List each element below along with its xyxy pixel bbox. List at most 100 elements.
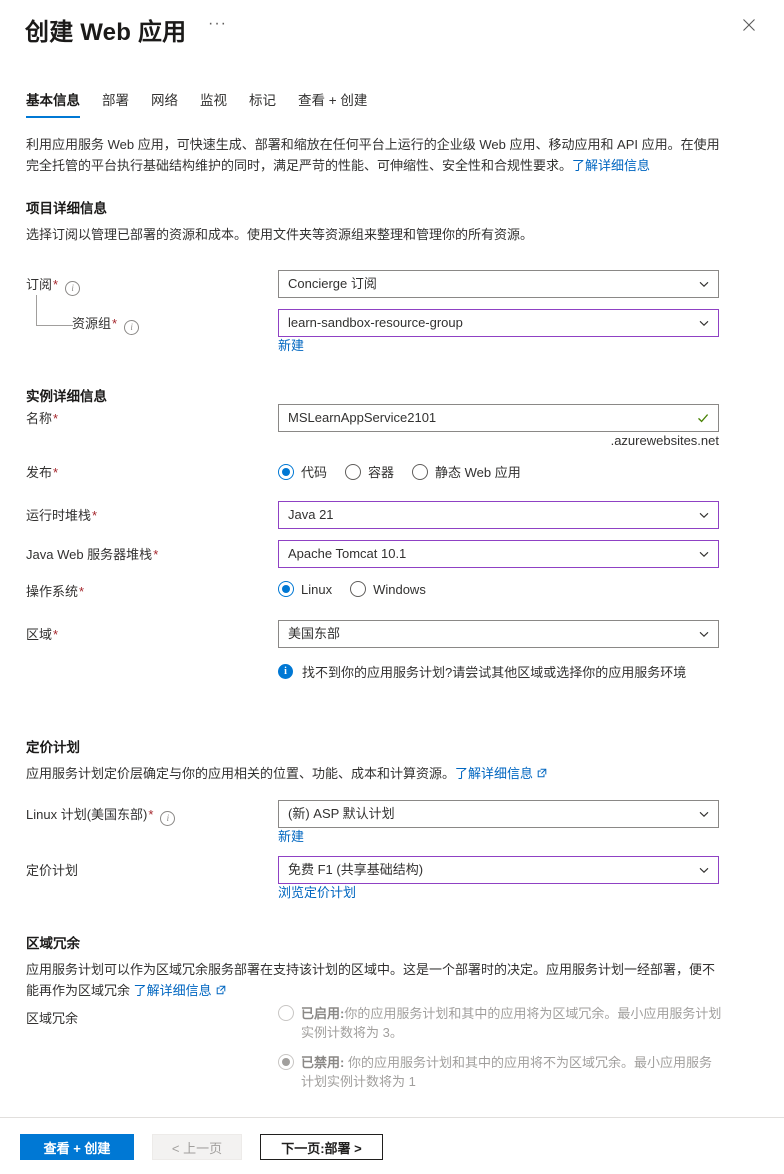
previous-button: < 上一页 [152,1134,242,1160]
radio-icon [278,463,294,480]
footer-bar: 查看 + 创建 < 上一页 下一页:部署 > [0,1117,784,1174]
region-info-message: i 找不到你的应用服务计划?请尝试其他区域或选择你的应用服务环境 [278,664,718,682]
info-filled-icon: i [278,664,293,679]
page-title: 创建 Web 应用 [25,19,187,46]
resource-group-label-text: 资源组 [72,316,112,331]
chevron-down-icon [698,864,710,876]
name-label-text: 名称 [26,411,53,426]
pricing-tier-dropdown[interactable]: 免费 F1 (共享基础结构) [278,856,719,884]
resource-group-create-new-link[interactable]: 新建 [278,337,304,354]
subscription-label: 订阅* i [26,276,81,296]
publish-option-static-web-app-label: 静态 Web 应用 [435,465,521,480]
runtime-stack-value: Java 21 [288,507,334,522]
close-icon[interactable] [736,12,762,38]
info-icon[interactable]: i [160,811,176,826]
required-asterisk: * [53,411,59,426]
tab-review-create[interactable]: 查看 + 创建 [298,92,367,118]
region-dropdown[interactable]: 美国东部 [278,620,719,648]
required-asterisk: * [53,277,59,292]
chevron-down-icon [698,548,710,560]
tab-networking[interactable]: 网络 [151,92,178,118]
review-create-button[interactable]: 查看 + 创建 [20,1134,134,1160]
tab-monitoring[interactable]: 监视 [200,92,227,118]
subscription-label-text: 订阅 [26,277,53,292]
java-web-server-stack-dropdown[interactable]: Apache Tomcat 10.1 [278,540,719,568]
pricing-plan-description-text: 应用服务计划定价层确定与你的应用相关的位置、功能、成本和计算资源。 [26,766,456,781]
zone-redundancy-learn-more-link[interactable]: 了解详细信息 [134,983,212,998]
region-value: 美国东部 [288,626,341,641]
zone-redundancy-description-text: 应用服务计划可以作为区域冗余服务部署在支持该计划的区域中。这是一个部署时的决定。… [26,962,716,998]
zone-redundancy-disabled-prefix: 已禁用: [301,1055,345,1070]
linux-plan-label-text: Linux 计划(美国东部) [26,807,148,822]
linux-plan-create-new-link[interactable]: 新建 [278,828,304,845]
radio-icon [278,1005,294,1021]
pricing-plan-description: 应用服务计划定价层确定与你的应用相关的位置、功能、成本和计算资源。了解详细信息 [26,763,716,784]
publish-option-code-label: 代码 [301,465,328,480]
chevron-down-icon [698,808,710,820]
resource-group-value: learn-sandbox-resource-group [288,315,463,330]
zone-redundancy-enabled-prefix: 已启用: [301,1006,345,1021]
publish-option-static-web-app[interactable]: 静态 Web 应用 [412,462,521,481]
blade-header: 创建 Web 应用 ··· [0,0,784,62]
pricing-tier-label-text: 定价计划 [26,863,79,878]
region-label: 区域* [26,626,58,644]
publish-option-container-label: 容器 [368,465,395,480]
publish-label: 发布* [26,464,58,482]
runtime-stack-label-text: 运行时堆栈 [26,508,92,523]
tab-basics[interactable]: 基本信息 [26,92,80,118]
name-input[interactable]: MSLearnAppService2101 [278,404,719,432]
more-options-button[interactable]: ··· [208,14,227,34]
subscription-dropdown[interactable]: Concierge 订阅 [278,270,719,298]
zone-redundancy-option-enabled: 已启用:你的应用服务计划和其中的应用将为区域冗余。最小应用服务计划实例计数将为 … [278,1004,723,1042]
publish-option-container[interactable]: 容器 [345,462,394,481]
pricing-tier-label: 定价计划 [26,862,78,880]
chevron-down-icon [698,317,710,329]
chevron-down-icon [698,509,710,521]
zone-redundancy-enabled-text: 已启用:你的应用服务计划和其中的应用将为区域冗余。最小应用服务计划实例计数将为 … [301,1004,723,1042]
tab-bar: 基本信息 部署 网络 监视 标记 查看 + 创建 [26,92,367,118]
checkmark-valid-icon [696,411,710,425]
region-info-text: 找不到你的应用服务计划?请尝试其他区域或选择你的应用服务环境 [302,665,687,680]
name-domain-suffix: .azurewebsites.net [610,433,719,448]
zone-redundancy-disabled-body: 你的应用服务计划和其中的应用将不为区域冗余。最小应用服务计划实例计数将为 1 [301,1055,712,1089]
zone-redundancy-disabled-text: 已禁用: 你的应用服务计划和其中的应用将不为区域冗余。最小应用服务计划实例计数将… [301,1053,723,1091]
info-icon[interactable]: i [65,281,81,296]
project-details-heading: 项目详细信息 [26,201,107,216]
os-option-linux[interactable]: Linux [278,581,332,597]
radio-icon [345,463,362,480]
subscription-value: Concierge 订阅 [288,276,377,291]
java-web-server-stack-value: Apache Tomcat 10.1 [288,546,407,561]
operating-system-label-text: 操作系统 [26,584,79,599]
intro-learn-more-link[interactable]: 了解详细信息 [572,158,650,173]
next-deployment-button[interactable]: 下一页:部署 > [260,1134,383,1160]
runtime-stack-dropdown[interactable]: Java 21 [278,501,719,529]
required-asterisk: * [92,508,98,523]
publish-radio-group: 代码 容器 静态 Web 应用 [278,462,521,481]
tab-deployment[interactable]: 部署 [102,92,129,118]
pricing-plan-learn-more-link[interactable]: 了解详细信息 [455,766,533,781]
zone-redundancy-option-disabled: 已禁用: 你的应用服务计划和其中的应用将不为区域冗余。最小应用服务计划实例计数将… [278,1053,723,1091]
radio-icon [278,581,294,597]
linux-plan-label: Linux 计划(美国东部)* i [26,806,176,826]
zone-redundancy-heading: 区域冗余 [26,936,80,951]
linux-plan-dropdown[interactable]: (新) ASP 默认计划 [278,800,719,828]
name-value: MSLearnAppService2101 [288,410,437,425]
zone-redundancy-description: 应用服务计划可以作为区域冗余服务部署在支持该计划的区域中。这是一个部署时的决定。… [26,959,721,1001]
chevron-down-icon [698,628,710,640]
name-label: 名称* [26,410,58,428]
resource-group-dropdown[interactable]: learn-sandbox-resource-group [278,309,719,337]
required-asterisk: * [153,547,159,562]
required-asterisk: * [148,807,154,822]
project-details-description: 选择订阅以管理已部署的资源和成本。使用文件夹等资源组来整理和管理你的所有资源。 [26,227,534,242]
os-option-windows[interactable]: Windows [350,581,426,597]
linux-plan-value: (新) ASP 默认计划 [288,806,395,821]
radio-icon [278,1054,294,1070]
publish-option-code[interactable]: 代码 [278,462,327,481]
region-label-text: 区域 [26,627,53,642]
resource-group-tree-connector [36,295,73,326]
browse-pricing-plans-link[interactable]: 浏览定价计划 [278,884,356,901]
tab-tags[interactable]: 标记 [249,92,276,118]
publish-label-text: 发布 [26,465,53,480]
info-icon[interactable]: i [124,320,140,335]
os-option-windows-label: Windows [373,581,426,597]
